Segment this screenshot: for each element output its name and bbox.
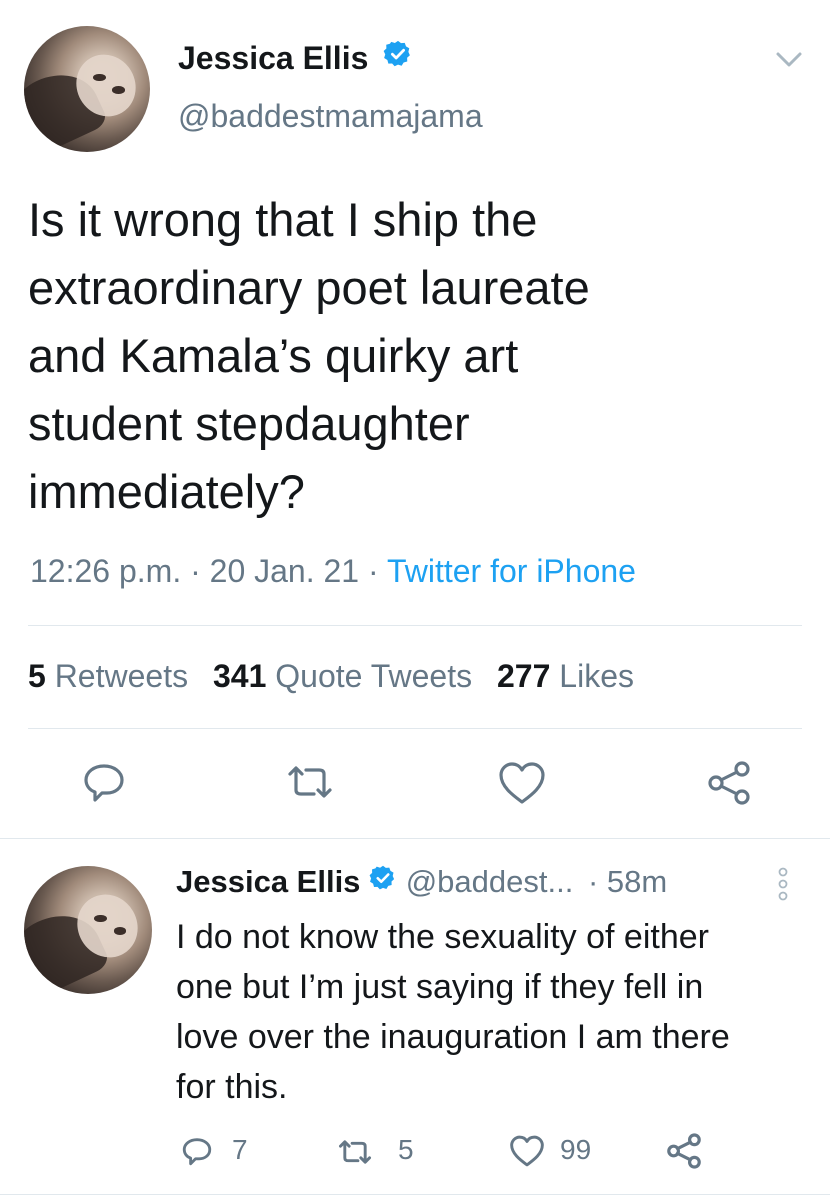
reply-avatar[interactable] <box>24 866 152 994</box>
retweets-count: 5 <box>28 658 46 694</box>
reply-text-line: I do not know the sexuality of either <box>176 918 709 956</box>
likes-stat[interactable]: 277 Likes <box>497 658 634 694</box>
reply-header: Jessica Ellis @baddest... · 58m <box>176 864 667 900</box>
main-tweet-author-name[interactable]: Jessica Ellis <box>178 40 413 77</box>
reply-count: 7 <box>232 1134 248 1165</box>
reply-icon[interactable] <box>80 758 128 806</box>
retweet-icon[interactable] <box>282 760 338 804</box>
tweet-text-line: Is it wrong that I ship the <box>28 193 538 246</box>
retweets-stat[interactable]: 5 Retweets <box>28 658 197 694</box>
meta-separator: · <box>587 864 599 899</box>
main-tweet-stats: 5 Retweets 341 Quote Tweets 277 Likes <box>28 658 634 695</box>
verified-badge-icon <box>383 39 413 77</box>
quotes-count: 341 <box>212 658 267 694</box>
reply-author-name[interactable]: Jessica Ellis <box>176 864 360 899</box>
divider <box>0 1194 830 1195</box>
like-icon[interactable] <box>496 760 548 806</box>
tweet-text-line: and Kamala’s quirky art <box>28 329 519 382</box>
tweet-text-line: immediately? <box>28 465 305 518</box>
verified-badge-icon <box>369 864 397 900</box>
like-icon <box>508 1134 546 1168</box>
tweet-date[interactable]: 20 Jan. 21 <box>210 553 359 589</box>
divider <box>0 838 830 839</box>
divider <box>28 625 802 626</box>
reply-text: I do not know the sexuality of either on… <box>176 912 730 1112</box>
likes-count: 277 <box>497 658 551 694</box>
meta-separator: · <box>367 553 379 589</box>
share-icon[interactable] <box>704 758 754 808</box>
tweet-time[interactable]: 12:26 p.m. <box>30 553 181 589</box>
meta-separator: · <box>190 553 201 589</box>
retweets-label: Retweets <box>54 658 189 694</box>
quote-tweets-stat[interactable]: 341 Quote Tweets <box>213 658 481 694</box>
more-options-icon[interactable] <box>776 866 790 902</box>
reply-handle[interactable]: @baddest... <box>406 864 574 899</box>
author-name-text: Jessica Ellis <box>178 40 369 76</box>
reply-text-line: for this. <box>176 1068 288 1106</box>
main-tweet-metadata: 12:26 p.m. · 20 Jan. 21 · Twitter for iP… <box>30 553 636 590</box>
main-tweet-handle[interactable]: @baddestmamajama <box>178 98 483 135</box>
likes-label: Likes <box>559 658 634 694</box>
reply-text-line: one but I’m just saying if they fell in <box>176 968 704 1006</box>
reply-retweet-count: 5 <box>398 1134 414 1165</box>
reply-icon <box>180 1134 214 1168</box>
chevron-down-icon[interactable] <box>772 48 806 72</box>
retweet-icon <box>334 1136 376 1168</box>
quotes-label: Quote Tweets <box>275 658 473 694</box>
tweet-source-link[interactable]: Twitter for iPhone <box>387 553 636 589</box>
reply-text-line: love over the inauguration I am there <box>176 1018 730 1056</box>
tweet-text-line: extraordinary poet laureate <box>28 261 590 314</box>
share-icon[interactable] <box>664 1131 704 1171</box>
tweet-text-line: student stepdaughter <box>28 397 470 450</box>
reply-time[interactable]: 58m <box>607 864 667 899</box>
main-tweet-text: Is it wrong that I ship the extraordinar… <box>28 186 590 526</box>
main-tweet-avatar[interactable] <box>24 26 150 152</box>
divider <box>28 728 802 729</box>
reply-like-count: 99 <box>560 1134 592 1165</box>
